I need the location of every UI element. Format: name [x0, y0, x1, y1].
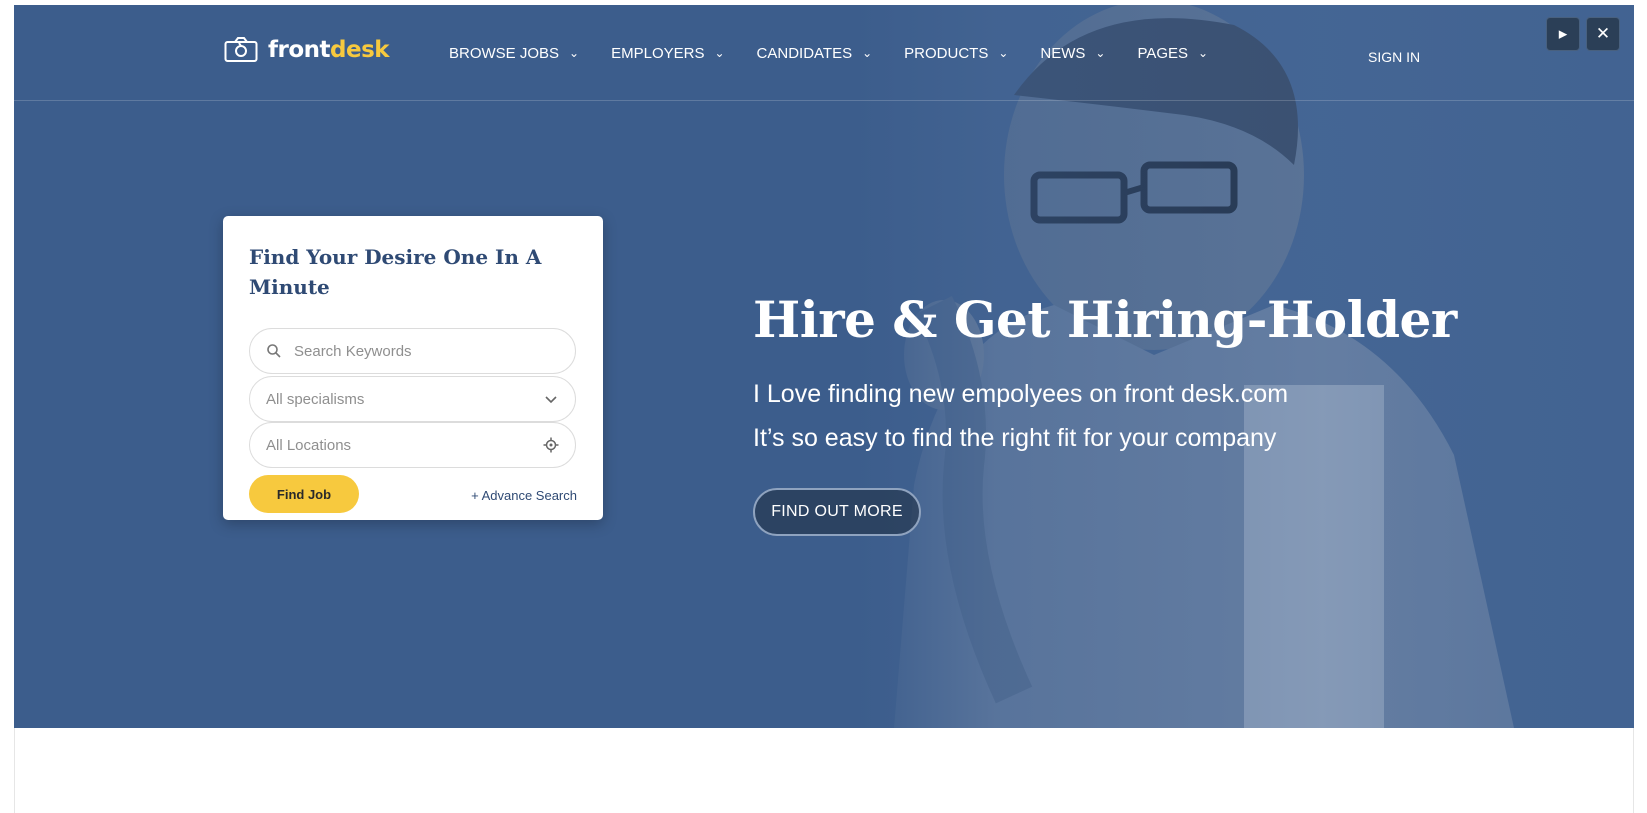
chevron-down-icon [545, 396, 557, 404]
main-nav: BROWSE JOBS ⌄ EMPLOYERS ⌄ CANDIDATES ⌄ PROD… [449, 45, 1240, 62]
nav-item-candidates[interactable]: CANDIDATES ⌄ [757, 45, 873, 62]
search-card-title: Find Your Desire One In A Minute [249, 245, 542, 299]
chevron-down-icon: ⌄ [714, 45, 725, 60]
logo-word-desk: desk [330, 37, 390, 63]
nav-item-products[interactable]: PRODUCTS ⌄ [904, 45, 1008, 62]
page-below-hero [14, 728, 1634, 813]
chevron-down-icon: ⌄ [862, 45, 873, 60]
specialisms-value: All specialisms [266, 390, 365, 408]
locations-input[interactable]: All Locations [249, 422, 576, 468]
chevron-down-icon: ⌄ [569, 45, 580, 60]
nav-item-browse-jobs[interactable]: BROWSE JOBS ⌄ [449, 45, 579, 62]
hero-subtitle-line-2: It’s so easy to find the right fit for y… [753, 424, 1277, 452]
nav-label: PRODUCTS [904, 45, 989, 62]
locations-value: All Locations [266, 436, 352, 454]
play-button[interactable]: ▸ [1546, 17, 1580, 51]
job-search-card: Find Your Desire One In A Minute Search … [223, 216, 603, 520]
specialisms-select[interactable]: All specialisms [249, 376, 576, 422]
hero-title: Hire & Get Hiring-Holder [753, 290, 1457, 349]
hero-text: Hire & Get Hiring-Holder I Love finding … [753, 290, 1457, 457]
nav-item-pages[interactable]: PAGES ⌄ [1137, 45, 1208, 62]
play-icon: ▸ [1558, 24, 1568, 43]
advance-search-link[interactable]: + Advance Search [471, 488, 577, 503]
sign-in-link[interactable]: SIGN IN [1368, 49, 1420, 65]
logo-icon [224, 37, 258, 62]
close-icon: ✕ [1595, 24, 1611, 43]
hero-section: frontdesk BROWSE JOBS ⌄ EMPLOYERS ⌄ CANDID… [14, 5, 1634, 728]
logo-wordmark: frontdesk [268, 37, 390, 63]
site-logo[interactable]: frontdesk [224, 35, 390, 65]
find-job-button[interactable]: Find Job [249, 475, 359, 513]
close-button[interactable]: ✕ [1586, 17, 1620, 51]
nav-item-employers[interactable]: EMPLOYERS ⌄ [611, 45, 724, 62]
nav-label: BROWSE JOBS [449, 45, 560, 62]
search-keywords-placeholder: Search Keywords [294, 342, 412, 360]
nav-label: EMPLOYERS [611, 45, 705, 62]
chevron-down-icon: ⌄ [1095, 45, 1106, 60]
find-out-more-button[interactable]: FIND OUT MORE [753, 488, 921, 536]
hero-subtitle-line-1: I Love finding new empolyees on front de… [753, 380, 1289, 408]
chevron-down-icon: ⌄ [1198, 45, 1209, 60]
top-navbar: frontdesk BROWSE JOBS ⌄ EMPLOYERS ⌄ CANDID… [14, 5, 1634, 101]
nav-item-news[interactable]: NEWS ⌄ [1040, 45, 1105, 62]
search-icon [267, 344, 281, 358]
nav-label: NEWS [1040, 45, 1086, 62]
nav-label: CANDIDATES [756, 45, 853, 62]
crosshair-icon[interactable] [543, 437, 559, 453]
logo-word-front: front [268, 37, 331, 63]
nav-label: PAGES [1137, 45, 1189, 62]
chevron-down-icon: ⌄ [998, 45, 1009, 60]
search-keywords-input[interactable]: Search Keywords [249, 328, 576, 374]
